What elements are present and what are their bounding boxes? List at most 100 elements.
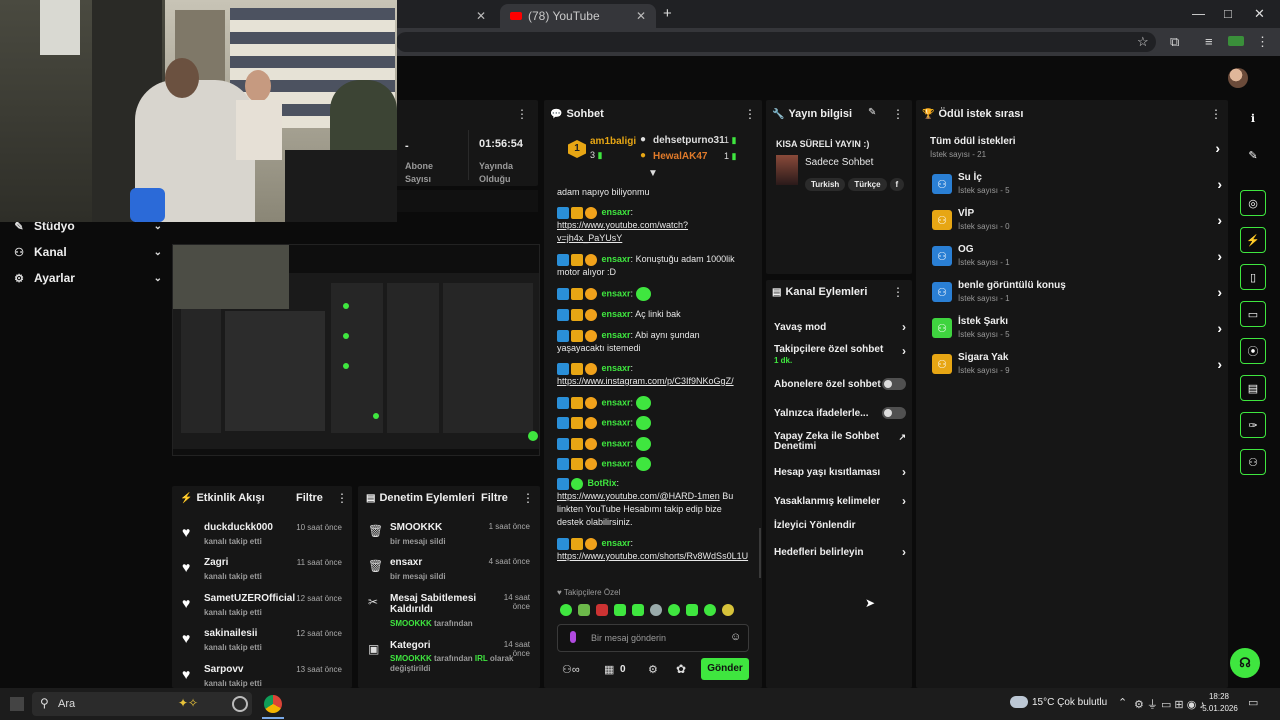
chat-bubble-icon[interactable]: ▭ [1240,301,1266,327]
message-user[interactable]: ensaxr [602,288,631,298]
tag[interactable]: Turkish [805,178,846,191]
info-icon[interactable]: ℹ [1240,105,1266,131]
event-user[interactable]: duckduckk000 [204,522,273,533]
top-gifter-2[interactable]: dehsetpurno31 [653,135,725,146]
menu-dots-icon[interactable]: ⋮ [516,107,528,121]
menu-dots-icon[interactable]: ⋮ [522,491,534,505]
close-tab-icon[interactable]: ✕ [476,9,486,23]
emote-icon[interactable] [614,604,626,616]
emote-only-row[interactable]: Yalnızca ifadelerle... [774,407,906,419]
edit-pencil-icon[interactable]: ✎ [1240,142,1266,168]
browser-tab-youtube[interactable]: (78) YouTube ✕ [500,4,656,28]
emoji-icon[interactable]: ☺ [730,631,741,643]
menu-dots-icon[interactable]: ⋮ [1256,34,1269,50]
document-icon[interactable]: ▯ [1240,264,1266,290]
layout-icon[interactable]: ▤ [1240,375,1266,401]
banned-words-row[interactable]: Yasaklanmış kelimeler › [774,494,906,508]
clock-date[interactable]: 5.01.2026 [1200,704,1240,713]
reward-row[interactable]: ⚇ İstek Şarkı İstek sayısı - 5 › [932,316,1222,346]
emote-icon[interactable] [704,604,716,616]
raid-row[interactable]: İzleyici Yönlendir [774,520,906,531]
menu-dots-icon[interactable]: ⋮ [744,107,756,121]
mod-user[interactable]: SMOOKKK [390,654,432,663]
taskbar-search[interactable]: ⚲ Ara ✦✧ [32,692,252,716]
message-user[interactable]: ensaxr [602,254,631,264]
send-button[interactable]: Gönder [701,658,749,680]
new-tab-button[interactable]: + [663,5,672,22]
event-user[interactable]: SametUZEROfficial [204,593,295,604]
event-user[interactable]: Zagri [204,557,228,568]
minimize-button[interactable]: — [1192,6,1205,21]
emote-icon[interactable] [632,604,644,616]
restore-button[interactable]: □ [1224,6,1232,21]
chrome-icon[interactable] [264,695,282,713]
event-user[interactable]: sakinailesii [204,628,257,639]
users-icon[interactable]: ⚇ [1240,449,1266,475]
bookmark-star-icon[interactable]: ☆ [1137,34,1149,50]
support-headset-icon[interactable]: ☊ [1230,648,1260,678]
close-tab-icon[interactable]: ✕ [636,9,646,23]
message-user[interactable]: BotRix [588,478,617,488]
message-link[interactable]: https://www.youtube.com/watch?v=jh4x_PaY… [557,220,688,243]
gift-icon[interactable]: ✿ [676,662,686,676]
subscribers-only-row[interactable]: Abonelere özel sohbet [774,378,906,390]
account-age-row[interactable]: Hesap yaşı kısıtlaması › [774,465,906,479]
clock-time[interactable]: 18:28 [1204,692,1234,701]
emote-icon[interactable] [650,604,662,616]
stream-preview[interactable] [172,244,540,456]
menu-dots-icon[interactable]: ⋮ [892,107,904,121]
ai-moderation-row[interactable]: Yapay Zeka ile Sohbet Denetimi ↗ [774,432,906,452]
menu-dots-icon[interactable]: ⋮ [336,491,348,505]
wrench-icon[interactable]: ✑ [1240,412,1266,438]
toggle-switch[interactable] [882,407,906,419]
mod-user[interactable]: SMOOKKK [390,522,500,533]
followers-only-row[interactable]: Takipçilere özel sohbet 1 dk. › [774,344,906,366]
broadcast-icon[interactable]: ⦿ [1240,338,1266,364]
browser-tab-previous[interactable]: ✕ [398,4,496,28]
top-gifter-3[interactable]: HewalAK47 [653,151,707,162]
message-user[interactable]: ensaxr [602,309,631,319]
mod-user[interactable]: SMOOKKK [390,619,432,628]
edit-pencil-icon[interactable]: ✎ [868,107,876,118]
media-icon[interactable]: ≡ [1205,34,1213,49]
tag[interactable]: f [889,178,905,191]
settings-gear-icon[interactable]: ⚙ [648,663,658,676]
message-user[interactable]: ensaxr [602,438,631,448]
funnel-icon[interactable]: ▼ [648,168,658,179]
emote-icon[interactable] [722,604,734,616]
message-user[interactable]: ensaxr [602,330,631,340]
category-name[interactable]: Sadece Sohbet [805,157,873,168]
message-user[interactable]: ensaxr [602,207,631,217]
menu-dots-icon[interactable]: ⋮ [892,285,904,299]
extensions-icon[interactable]: ⧉ [1170,34,1179,50]
reward-row[interactable]: ⚇ VİP İstek sayısı - 0 › [932,208,1222,238]
emote-icon[interactable] [668,604,680,616]
tray-chevron-icon[interactable]: ⌃ [1118,696,1127,709]
record-app-icon[interactable] [232,696,248,712]
nav-item-settings[interactable]: ⚙ Ayarlar ⌄ [12,269,162,287]
message-link[interactable]: https://www.instagram.com/p/C3If9NKoGgZ/ [557,376,734,386]
camera-icon[interactable]: ◎ [1240,190,1266,216]
toggle-switch[interactable] [882,378,906,390]
message-link[interactable]: https://www.youtube.com/@HARD-1men [557,491,720,501]
emote-icon[interactable] [686,604,698,616]
store-icon[interactable]: ▦ [604,663,614,676]
reward-row[interactable]: ⚇ OG İstek sayısı - 1 › [932,244,1222,274]
weather-text[interactable]: 15°C Çok bulutlu [1032,697,1107,708]
nav-item-channel[interactable]: ⚇ Kanal ⌄ [12,243,162,261]
bolt-icon[interactable]: ⚡ [1240,227,1266,253]
emote-icon[interactable] [560,604,572,616]
event-filter-button[interactable]: Filtre [296,492,323,504]
avatar[interactable] [1228,68,1248,88]
message-user[interactable]: ensaxr [602,458,631,468]
message-user[interactable]: ensaxr [602,538,631,548]
category-thumbnail[interactable] [776,155,798,185]
mod-filter-button[interactable]: Filtre [481,492,508,504]
top-gifter-1[interactable]: am1baligi [590,136,636,147]
reward-row[interactable]: ⚇ Su İç İstek sayısı - 5 › [932,172,1222,202]
close-window-button[interactable]: ✕ [1254,6,1265,22]
message-user[interactable]: ensaxr [602,417,631,427]
message-user[interactable]: ensaxr [602,363,631,373]
reward-row[interactable]: ⚇ Sigara Yak İstek sayısı - 9 › [932,352,1222,382]
goals-row[interactable]: Hedefleri belirleyin › [774,545,906,559]
